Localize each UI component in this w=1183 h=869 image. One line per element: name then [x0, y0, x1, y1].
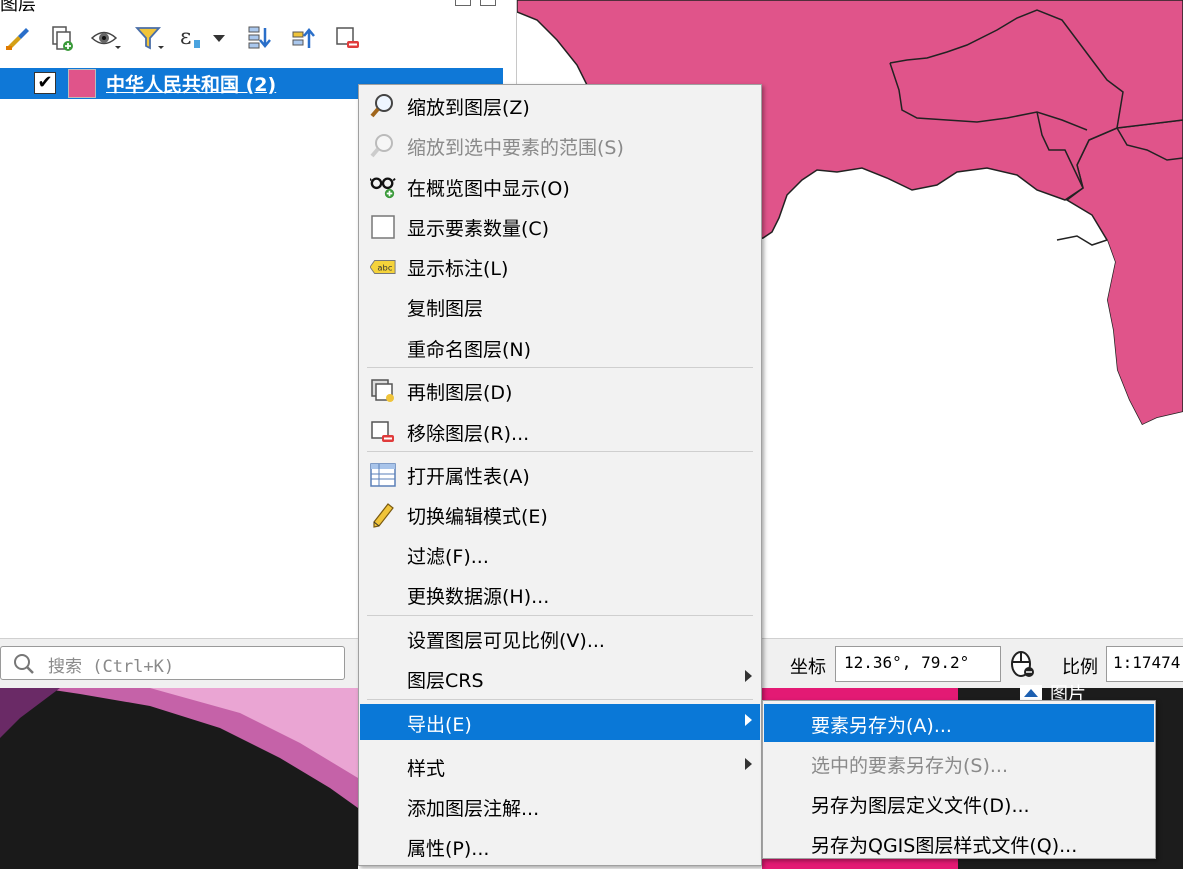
remove-layer-icon[interactable] — [331, 22, 363, 54]
svg-text:abc: abc — [377, 263, 392, 273]
submenu-arrow-icon — [745, 670, 752, 682]
menu-separator — [367, 367, 753, 368]
scale-label: 比例 — [1062, 657, 1098, 678]
layer-color-swatch — [68, 69, 96, 98]
layer-context-menu: 缩放到图层(Z) 缩放到选中要素的范围(S) 在概览图中显示(O) 显示要素数量… — [358, 84, 762, 866]
duplicate-layer-icon — [370, 378, 396, 404]
menu-item-properties[interactable]: 属性(P)... — [360, 828, 760, 864]
remove-layer-icon — [370, 419, 396, 445]
menu-item-add-layer-notes[interactable]: 添加图层注解... — [360, 788, 760, 824]
menu-item-export[interactable]: 导出(E) — [360, 704, 760, 740]
label-abc-icon: abc — [370, 254, 396, 280]
menu-item-zoom-to-layer[interactable]: 缩放到图层(Z) — [360, 87, 760, 123]
menu-item-duplicate-layer[interactable]: 再制图层(D) — [360, 372, 760, 408]
menu-item-open-attribute-table[interactable]: 打开属性表(A) — [360, 456, 760, 492]
collapse-all-icon[interactable] — [287, 22, 319, 54]
mouse-coordinate-toggle-icon[interactable] — [1007, 647, 1039, 681]
search-placeholder: 搜索 (Ctrl+K) — [48, 657, 175, 677]
expression-dropdown-icon[interactable] — [208, 22, 230, 54]
background-image-left — [0, 688, 358, 869]
close-panel-button[interactable] — [480, 0, 496, 6]
menu-item-styles[interactable]: 样式 — [360, 748, 760, 784]
add-group-icon[interactable] — [46, 22, 78, 54]
style-brush-icon[interactable] — [2, 22, 34, 54]
float-panel-button[interactable] — [455, 0, 471, 6]
submenu-arrow-icon — [745, 758, 752, 770]
menu-item-show-labels[interactable]: abc 显示标注(L) — [360, 248, 760, 284]
menu-item-layer-crs[interactable]: 图层CRS — [360, 660, 760, 696]
zoom-icon — [370, 133, 396, 159]
menu-item-show-in-overview[interactable]: 在概览图中显示(O) — [360, 168, 760, 204]
submenu-item-save-features-as[interactable]: 要素另存为(A)... — [764, 704, 1154, 742]
menu-item-copy-layer[interactable]: 复制图层 — [360, 288, 760, 324]
menu-separator — [367, 699, 753, 700]
visibility-eye-icon[interactable] — [90, 22, 122, 54]
menu-item-toggle-editing[interactable]: 切换编辑模式(E) — [360, 496, 760, 532]
export-submenu: 要素另存为(A)... 选中的要素另存为(S)... 另存为图层定义文件(D).… — [762, 700, 1156, 859]
menu-item-show-feature-count[interactable]: 显示要素数量(C) — [360, 208, 760, 244]
menu-item-set-scale-visibility[interactable]: 设置图层可见比例(V)... — [360, 620, 760, 656]
zoom-icon — [370, 93, 396, 119]
submenu-item-save-selected-features-as[interactable]: 选中的要素另存为(S)... — [764, 744, 1154, 782]
expand-all-icon[interactable] — [243, 22, 275, 54]
coordinate-field[interactable]: 12.36°, 79.2° — [835, 646, 1001, 682]
glasses-icon — [370, 174, 396, 200]
submenu-item-save-qgis-style[interactable]: 另存为QGIS图层样式文件(Q)... — [764, 824, 1154, 862]
menu-item-zoom-to-selection[interactable]: 缩放到选中要素的范围(S) — [360, 127, 760, 163]
submenu-arrow-icon — [745, 714, 752, 726]
pencil-icon — [370, 502, 396, 528]
panel-title: 图层 — [0, 0, 36, 15]
menu-separator — [367, 615, 753, 616]
table-icon — [370, 462, 396, 488]
menu-separator — [367, 451, 753, 452]
menu-item-rename-layer[interactable]: 重命名图层(N) — [360, 329, 760, 365]
search-icon — [12, 652, 36, 681]
menu-item-remove-layer[interactable]: 移除图层(R)... — [360, 413, 760, 449]
expression-icon[interactable]: ε — [178, 22, 210, 54]
scale-field[interactable]: 1:17474 — [1106, 646, 1183, 682]
layer-name[interactable]: 中华人民共和国 (2) — [106, 70, 276, 97]
coordinate-label: 坐标 — [790, 657, 826, 678]
checkbox-icon — [370, 214, 396, 240]
submenu-item-save-layer-definition[interactable]: 另存为图层定义文件(D)... — [764, 784, 1154, 822]
filter-icon[interactable] — [134, 22, 166, 54]
layer-visibility-checkbox[interactable]: ✔ — [34, 72, 56, 94]
menu-item-filter[interactable]: 过滤(F)... — [360, 536, 760, 572]
svg-text:ε: ε — [180, 25, 191, 50]
menu-item-change-data-source[interactable]: 更换数据源(H)... — [360, 576, 760, 612]
